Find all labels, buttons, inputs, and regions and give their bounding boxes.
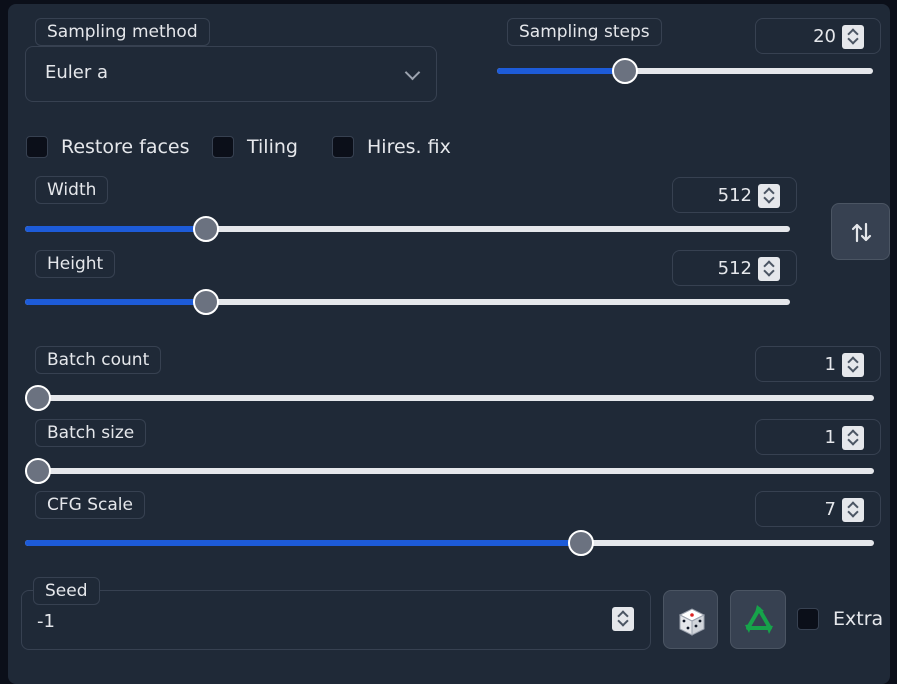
width-input[interactable]: 512 (672, 177, 797, 213)
extra-checkbox[interactable] (797, 608, 819, 630)
batch-size-label: Batch size (35, 419, 147, 447)
height-input[interactable]: 512 (672, 250, 797, 286)
chevron-down-icon (404, 64, 421, 81)
sampling-method-select[interactable]: Euler a (25, 46, 437, 102)
spinner-icon[interactable] (842, 498, 864, 522)
cfg-scale-slider[interactable] (25, 530, 874, 556)
random-seed-button[interactable] (663, 590, 718, 649)
tiling-checkbox[interactable] (212, 136, 234, 158)
slider-thumb[interactable] (193, 216, 219, 242)
swap-dimensions-button[interactable] (831, 203, 890, 260)
recycle-icon (745, 605, 773, 634)
tiling-label: Tiling (247, 136, 298, 158)
cfg-scale-input[interactable]: 7 (755, 491, 881, 527)
spinner-icon[interactable] (758, 257, 780, 281)
batch-size-input[interactable]: 1 (755, 419, 881, 455)
width-value: 512 (717, 185, 752, 206)
sampling-steps-value: 20 (813, 26, 836, 47)
height-value: 512 (717, 258, 752, 279)
slider-fill (497, 68, 625, 74)
extra-label: Extra (833, 608, 884, 630)
width-label: Width (35, 176, 109, 204)
reuse-seed-button[interactable] (730, 590, 786, 649)
batch-size-slider[interactable] (25, 458, 874, 484)
slider-fill (25, 299, 206, 305)
cfg-scale-label: CFG Scale (35, 491, 145, 519)
swap-vertical-icon (851, 222, 872, 243)
restore-faces-checkbox[interactable] (26, 136, 48, 158)
height-slider[interactable] (25, 289, 790, 315)
dice-icon (678, 608, 706, 636)
sampling-steps-slider[interactable] (497, 58, 873, 84)
spinner-icon[interactable] (842, 426, 864, 450)
slider-thumb[interactable] (25, 385, 51, 411)
sampling-method-value: Euler a (45, 62, 109, 83)
slider-fill (25, 540, 581, 546)
cfg-scale-value: 7 (824, 499, 836, 520)
seed-value: -1 (37, 611, 55, 632)
spinner-icon[interactable] (758, 184, 780, 208)
seed-input[interactable]: -1 (21, 590, 651, 650)
batch-size-value: 1 (824, 427, 836, 448)
height-label: Height (35, 250, 116, 278)
batch-count-label: Batch count (35, 346, 162, 374)
slider-thumb[interactable] (193, 289, 219, 315)
hires-fix-label: Hires. fix (367, 136, 451, 158)
slider-thumb[interactable] (612, 58, 638, 84)
batch-count-value: 1 (824, 354, 836, 375)
batch-count-slider[interactable] (25, 385, 874, 411)
slider-thumb[interactable] (25, 458, 51, 484)
generation-settings-panel (8, 4, 890, 684)
seed-label: Seed (33, 577, 100, 605)
sampling-method-label: Sampling method (35, 18, 210, 46)
spinner-icon[interactable] (612, 607, 634, 631)
slider-fill (25, 226, 206, 232)
slider-thumb[interactable] (568, 530, 594, 556)
hires-fix-checkbox[interactable] (332, 136, 354, 158)
sampling-steps-input[interactable]: 20 (755, 18, 881, 54)
restore-faces-label: Restore faces (61, 136, 190, 158)
width-slider[interactable] (25, 216, 790, 242)
spinner-icon[interactable] (842, 25, 864, 49)
spinner-icon[interactable] (842, 353, 864, 377)
sampling-steps-label: Sampling steps (507, 18, 662, 46)
batch-count-input[interactable]: 1 (755, 346, 881, 382)
